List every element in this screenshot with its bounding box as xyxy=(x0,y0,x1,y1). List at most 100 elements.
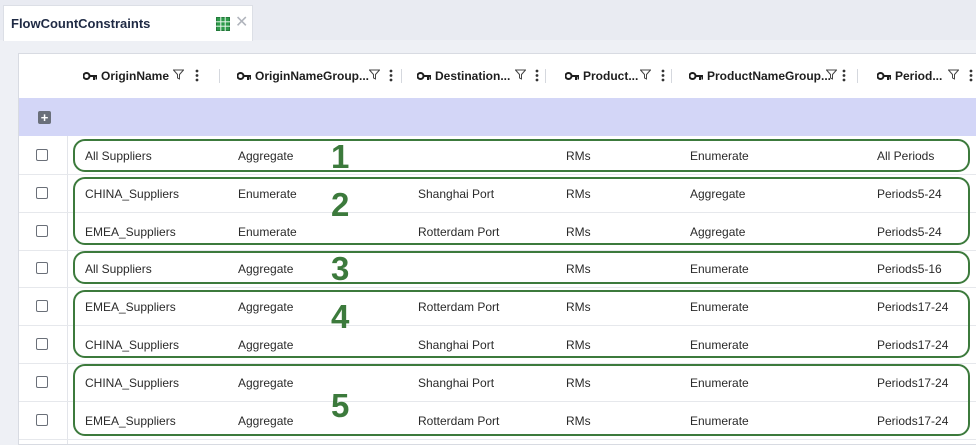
key-icon xyxy=(83,72,97,80)
cell-productnamegroup: Enumerate xyxy=(690,300,749,314)
cell-productnamegroup: Enumerate xyxy=(690,376,749,390)
cell-product: RMs xyxy=(566,338,591,352)
tab-title: FlowCountConstraints xyxy=(11,16,151,31)
column-label: OriginNameGroup... xyxy=(255,69,370,83)
cell-originname: EMEA_Suppliers xyxy=(85,225,176,239)
table-row[interactable]: CHINA_Suppliers Aggregate Shanghai Port … xyxy=(19,364,976,402)
column-separator[interactable] xyxy=(671,69,672,83)
column-label: Destination... xyxy=(435,69,511,83)
column-menu-icon[interactable] xyxy=(842,69,846,82)
cell-period: Periods17-24 xyxy=(877,376,949,390)
cell-destination: Rotterdam Port xyxy=(418,414,500,428)
cell-productnamegroup: Enumerate xyxy=(690,262,749,276)
row-checkbox[interactable] xyxy=(36,338,48,350)
cell-originnamegroup: Aggregate xyxy=(238,338,294,352)
cell-originname: All Suppliers xyxy=(85,149,152,163)
row-checkbox[interactable] xyxy=(36,225,48,237)
filter-icon[interactable] xyxy=(173,69,184,80)
table-row[interactable]: All Suppliers Aggregate RMs Enumerate Pe… xyxy=(19,250,976,288)
table-row[interactable]: CHINA_Suppliers Enumerate Shanghai Port … xyxy=(19,175,976,213)
cell-destination: Rotterdam Port xyxy=(418,225,500,239)
filter-icon[interactable] xyxy=(369,69,380,80)
cell-destination: Shanghai Port xyxy=(418,187,495,201)
tab-flowcountconstraints[interactable]: FlowCountConstraints ✕ xyxy=(3,5,253,41)
cell-productnamegroup: Aggregate xyxy=(690,187,746,201)
cell-productnamegroup: Enumerate xyxy=(690,414,749,428)
cell-destination: Shanghai Port xyxy=(418,338,495,352)
column-separator[interactable] xyxy=(219,69,220,83)
column-menu-icon[interactable] xyxy=(969,69,973,82)
column-menu-icon[interactable] xyxy=(535,69,539,82)
table-header: OriginName OriginNameGroup... Destinatio… xyxy=(19,54,976,99)
column-menu-icon[interactable] xyxy=(389,69,393,82)
new-row-band xyxy=(19,98,976,136)
cell-originnamegroup: Aggregate xyxy=(238,262,294,276)
table-row[interactable]: EMEA_Suppliers Aggregate Rotterdam Port … xyxy=(19,288,976,326)
cell-product: RMs xyxy=(566,187,591,201)
cell-product: RMs xyxy=(566,225,591,239)
row-checkbox[interactable] xyxy=(36,149,48,161)
cell-productnamegroup: Aggregate xyxy=(690,225,746,239)
filter-icon[interactable] xyxy=(948,69,959,80)
cell-originname: EMEA_Suppliers xyxy=(85,414,176,428)
row-checkbox[interactable] xyxy=(36,376,48,388)
annotation-number: 4 xyxy=(331,298,350,335)
annotation-number: 1 xyxy=(331,138,350,175)
cell-period: Periods17-24 xyxy=(877,414,949,428)
cell-originname: CHINA_Suppliers xyxy=(85,338,180,352)
cell-originnamegroup: Enumerate xyxy=(238,187,297,201)
cell-originnamegroup: Aggregate xyxy=(238,149,294,163)
cell-destination: Shanghai Port xyxy=(418,376,495,390)
cell-period: Periods17-24 xyxy=(877,300,949,314)
key-icon xyxy=(565,72,579,80)
table-row[interactable]: EMEA_Suppliers Aggregate Rotterdam Port … xyxy=(19,402,976,440)
cell-originnamegroup: Aggregate xyxy=(238,414,294,428)
add-row-button[interactable]: + xyxy=(38,111,51,124)
cell-period: All Periods xyxy=(877,149,935,163)
cell-productnamegroup: Enumerate xyxy=(690,149,749,163)
data-grid: OriginName OriginNameGroup... Destinatio… xyxy=(18,53,976,445)
column-separator[interactable] xyxy=(401,69,402,83)
table-row[interactable]: All Suppliers Aggregate RMs Enumerate Al… xyxy=(19,137,976,175)
cell-originnamegroup: Aggregate xyxy=(238,376,294,390)
cell-period: Periods5-24 xyxy=(877,225,942,239)
table-row[interactable]: CHINA_Suppliers Aggregate Shanghai Port … xyxy=(19,326,976,364)
column-separator[interactable] xyxy=(545,69,546,83)
row-checkbox[interactable] xyxy=(36,300,48,312)
row-checkbox[interactable] xyxy=(36,414,48,426)
column-menu-icon[interactable] xyxy=(195,69,199,82)
key-icon xyxy=(877,72,891,80)
column-menu-icon[interactable] xyxy=(661,69,665,82)
cell-period: Periods17-24 xyxy=(877,338,949,352)
cell-originnamegroup: Aggregate xyxy=(238,300,294,314)
key-icon xyxy=(237,72,251,80)
cell-product: RMs xyxy=(566,300,591,314)
cell-originname: CHINA_Suppliers xyxy=(85,187,180,201)
cell-product: RMs xyxy=(566,414,591,428)
row-checkbox[interactable] xyxy=(36,187,48,199)
annotation-number: 5 xyxy=(331,387,350,424)
cell-originnamegroup: Enumerate xyxy=(238,225,297,239)
table-row[interactable]: EMEA_Suppliers Enumerate Rotterdam Port … xyxy=(19,213,976,251)
close-icon[interactable]: ✕ xyxy=(235,12,248,32)
tab-bar: FlowCountConstraints ✕ xyxy=(0,0,976,41)
cell-productnamegroup: Enumerate xyxy=(690,338,749,352)
cell-originname: All Suppliers xyxy=(85,262,152,276)
filter-icon[interactable] xyxy=(640,69,651,80)
row-checkbox[interactable] xyxy=(36,262,48,274)
cell-originname: CHINA_Suppliers xyxy=(85,376,180,390)
column-label: Period... xyxy=(895,69,943,83)
cell-product: RMs xyxy=(566,376,591,390)
cell-destination: Rotterdam Port xyxy=(418,300,500,314)
annotation-number: 2 xyxy=(331,186,350,223)
table-grid-icon xyxy=(216,17,230,31)
cell-period: Periods5-24 xyxy=(877,187,942,201)
key-icon xyxy=(689,72,703,80)
filter-icon[interactable] xyxy=(826,69,837,80)
key-icon xyxy=(417,72,431,80)
cell-product: RMs xyxy=(566,262,591,276)
column-separator[interactable] xyxy=(857,69,858,83)
filter-icon[interactable] xyxy=(515,69,526,80)
cell-product: RMs xyxy=(566,149,591,163)
cell-originname: EMEA_Suppliers xyxy=(85,300,176,314)
